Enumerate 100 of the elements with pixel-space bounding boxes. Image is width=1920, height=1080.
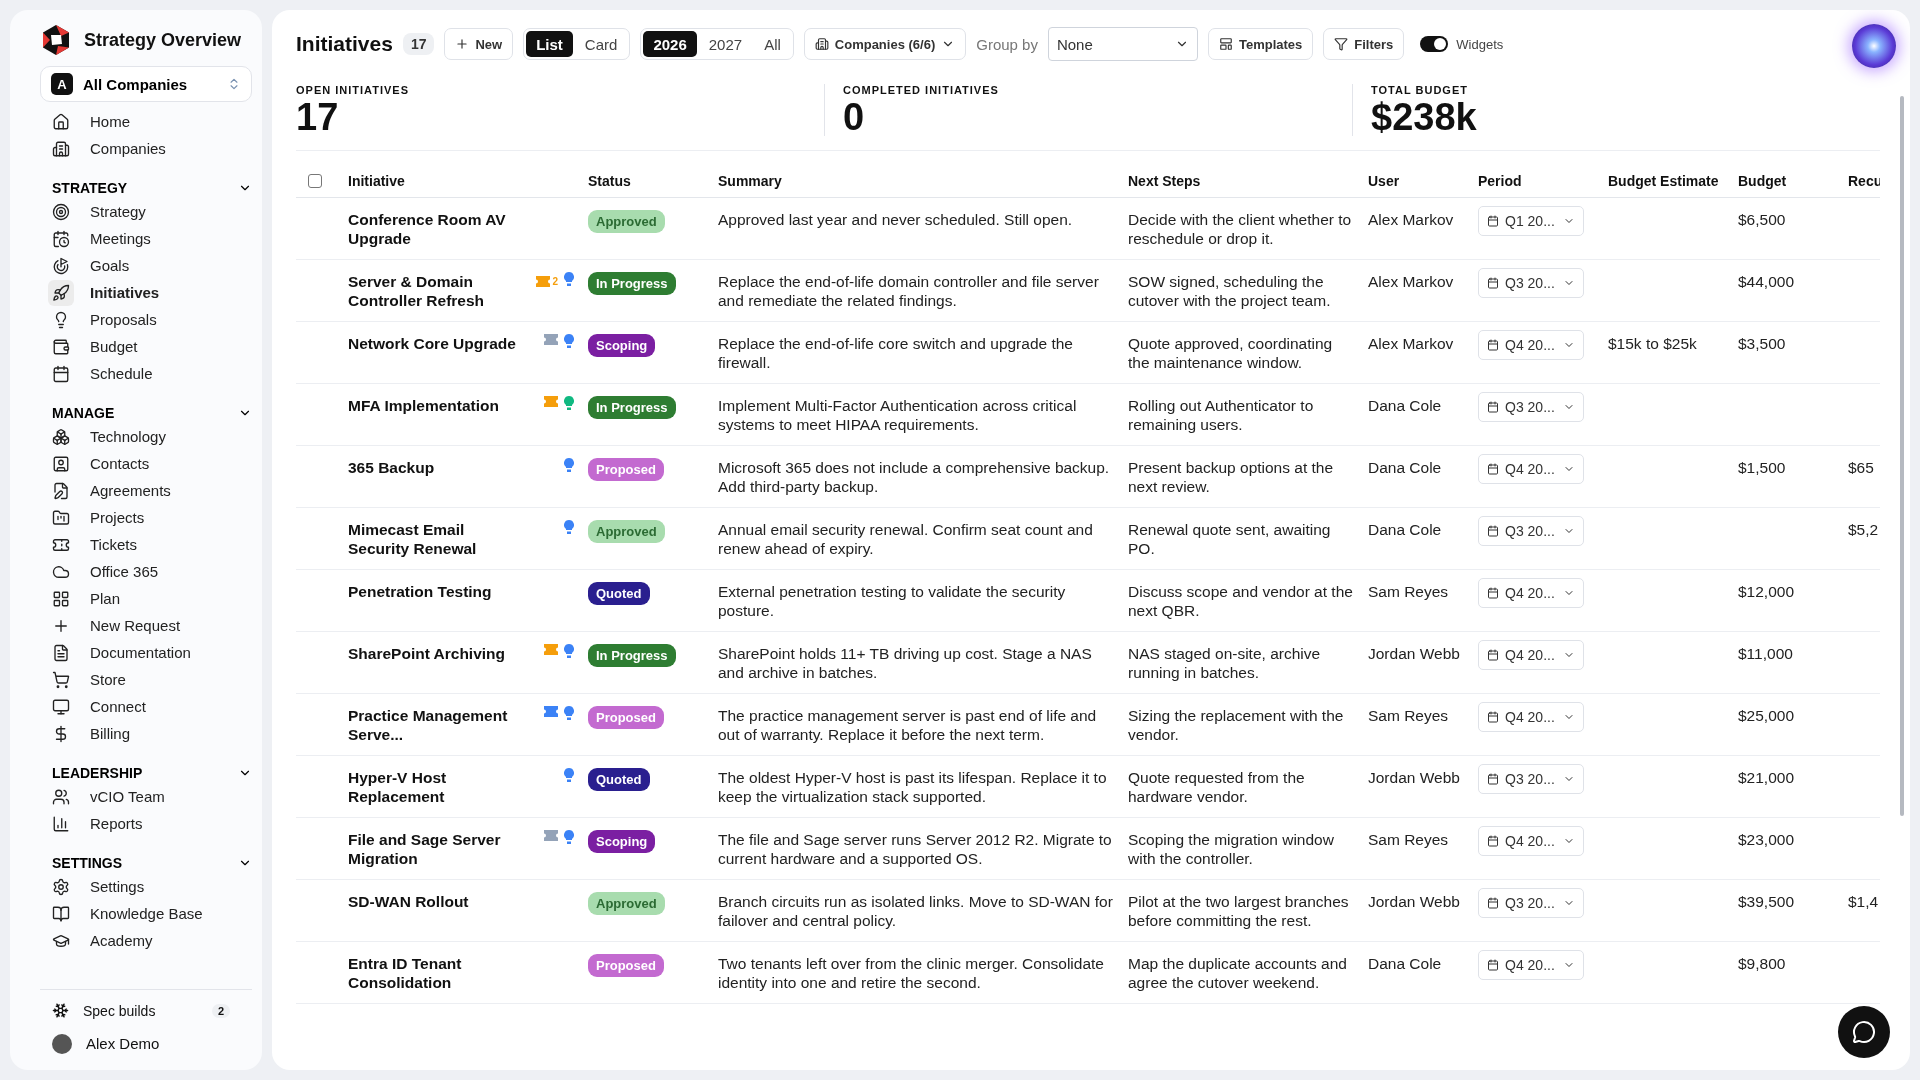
budget-amount: $25,000 <box>1738 707 1795 724</box>
initiative-name[interactable]: Entra ID Tenant Consolidation <box>348 954 524 992</box>
sidebar-item[interactable]: Home <box>40 108 242 135</box>
period-dropdown[interactable]: Q3 20... <box>1478 764 1584 794</box>
spec-builds-item[interactable]: Spec builds 2 <box>40 994 242 1027</box>
column-header: Next Steps <box>1128 173 1201 189</box>
checkbox[interactable] <box>308 174 322 188</box>
status-badge: In Progress <box>588 396 676 419</box>
initiative-name[interactable]: Hyper-V Host Replacement <box>348 768 524 806</box>
view-tab[interactable]: Card <box>574 31 628 57</box>
period-dropdown[interactable]: Q4 20... <box>1478 330 1584 360</box>
sidebar-item[interactable]: vCIO Team <box>40 783 242 810</box>
sidebar-item[interactable]: Documentation <box>40 639 242 666</box>
user-name: Sam Reyes <box>1368 831 1449 848</box>
initiative-name[interactable]: Practice Management Serve... <box>348 706 524 744</box>
sidebar-item[interactable]: Tickets <box>40 531 242 558</box>
sidebar-item[interactable]: Connect <box>40 693 242 720</box>
period-dropdown[interactable]: Q4 20... <box>1478 454 1584 484</box>
next-steps-text: Rolling out Authenticator to remaining users. <box>1128 397 1314 433</box>
period-dropdown[interactable]: Q4 20... <box>1478 578 1584 608</box>
sidebar-item[interactable]: Strategy <box>40 198 242 225</box>
new-button[interactable]: New <box>444 28 514 60</box>
sidebar-item[interactable]: Schedule <box>40 360 242 387</box>
sidebar-item[interactable]: Office 365 <box>40 558 242 585</box>
initiative-name[interactable]: Network Core Upgrade <box>348 334 516 372</box>
sidebar-item[interactable]: Plan <box>40 585 242 612</box>
column-header: Budget <box>1738 173 1787 189</box>
filters-button[interactable]: Filters <box>1323 28 1405 60</box>
next-steps-text: Pilot at the two largest branches before committing the rest. <box>1128 893 1349 929</box>
group-by-select[interactable]: None <box>1047 27 1198 61</box>
sidebar-item[interactable]: Projects <box>40 504 242 531</box>
initiative-name[interactable]: Penetration Testing <box>348 582 492 620</box>
period-dropdown[interactable]: Q4 20... <box>1478 640 1584 670</box>
section-header[interactable]: STRATEGY <box>52 180 252 196</box>
sidebar-item[interactable]: Meetings <box>40 225 242 252</box>
document-icon <box>52 643 70 662</box>
status-badge: In Progress <box>588 644 676 667</box>
filter-icon <box>1334 37 1349 51</box>
sidebar-item[interactable]: Reports <box>40 810 242 837</box>
year-tab[interactable]: 2026 <box>643 31 697 57</box>
period-dropdown[interactable]: Q4 20... <box>1478 702 1584 732</box>
calendar-icon <box>1487 711 1499 723</box>
sidebar-item[interactable]: Companies <box>40 135 242 162</box>
initiative-name[interactable]: Mimecast Email Security Renewal <box>348 520 524 558</box>
next-steps-text: Renewal quote sent, awaiting PO. <box>1128 521 1331 557</box>
summary-text: SharePoint holds 11+ TB driving up cost. Stage a NAS and archive in batches. <box>718 645 1092 681</box>
templates-button[interactable]: Templates <box>1207 28 1314 60</box>
section-header[interactable]: MANAGE <box>52 405 252 421</box>
summary-text: Two tenants left over from the clinic merger. Consolidate identity into one and retire the second. <box>718 955 1104 991</box>
user-name: Sam Reyes <box>1368 707 1449 724</box>
assistant-orb-icon[interactable] <box>1852 24 1896 68</box>
sidebar-item[interactable]: Store <box>40 666 242 693</box>
calendar-icon <box>1487 339 1499 351</box>
period-dropdown[interactable]: Q4 20... <box>1478 826 1584 856</box>
home-icon <box>52 112 70 131</box>
initiative-name[interactable]: File and Sage Server Migration <box>348 830 524 868</box>
initiative-name[interactable]: 365 Backup <box>348 458 435 496</box>
period-dropdown[interactable]: Q3 20... <box>1478 516 1584 546</box>
chat-button[interactable] <box>1838 1006 1890 1058</box>
period-dropdown[interactable]: Q3 20... <box>1478 888 1584 918</box>
initiative-name[interactable]: SharePoint Archiving <box>348 644 506 682</box>
initiative-name[interactable]: Server & Domain Controller Refresh <box>348 272 524 310</box>
scrollbar[interactable] <box>1900 96 1904 816</box>
recurring-amount: $1,4 <box>1848 893 1879 910</box>
year-tab[interactable]: All <box>754 31 791 57</box>
view-tab[interactable]: List <box>526 31 573 57</box>
period-dropdown[interactable]: Q1 20... <box>1478 206 1584 236</box>
sidebar-item[interactable]: Academy <box>40 927 242 954</box>
user-profile[interactable]: Alex Demo <box>40 1027 242 1060</box>
companies-dropdown[interactable]: Companies (6/6) <box>803 28 967 60</box>
sidebar-item[interactable]: Agreements <box>40 477 242 504</box>
building-icon <box>814 37 829 51</box>
sidebar-item[interactable]: Settings <box>40 873 242 900</box>
sidebar-item[interactable]: Technology <box>40 423 242 450</box>
initiative-name[interactable]: Conference Room AV Upgrade <box>348 210 524 248</box>
sidebar-item[interactable]: Initiatives <box>40 279 242 306</box>
summary-text: The file and Sage server runs Server 2012 R2. Migrate to current hardware and a supported OS. <box>718 831 1112 867</box>
widgets-toggle[interactable]: Widgets <box>1414 35 1510 53</box>
sidebar-item[interactable]: Contacts <box>40 450 242 477</box>
sidebar-item[interactable]: Proposals <box>40 306 242 333</box>
section-header[interactable]: SETTINGS <box>52 855 252 871</box>
company-switcher[interactable]: A All Companies <box>40 66 252 102</box>
sidebar-item[interactable]: Budget <box>40 333 242 360</box>
year-tab[interactable]: 2027 <box>698 31 753 57</box>
status-badge: Approved <box>588 892 665 915</box>
logo-icon <box>40 24 72 56</box>
sidebar-item[interactable]: Knowledge Base <box>40 900 242 927</box>
period-dropdown[interactable]: Q3 20... <box>1478 392 1584 422</box>
summary-text: Replace the end-of-life domain controller and file server and remediate the related findings. <box>718 273 1099 309</box>
budget-amount: $1,500 <box>1738 459 1786 476</box>
section-header[interactable]: LEADERSHIP <box>52 765 252 781</box>
sidebar-item[interactable]: New Request <box>40 612 242 639</box>
building-icon <box>52 139 70 158</box>
sidebar-item[interactable]: Goals <box>40 252 242 279</box>
initiative-name[interactable]: SD-WAN Rollout <box>348 892 469 930</box>
initiative-name[interactable]: MFA Implementation <box>348 396 499 434</box>
period-dropdown[interactable]: Q4 20... <box>1478 950 1584 980</box>
period-dropdown[interactable]: Q3 20... <box>1478 268 1584 298</box>
user-name: Alex Demo <box>86 1035 160 1052</box>
sidebar-item[interactable]: Billing <box>40 720 242 747</box>
